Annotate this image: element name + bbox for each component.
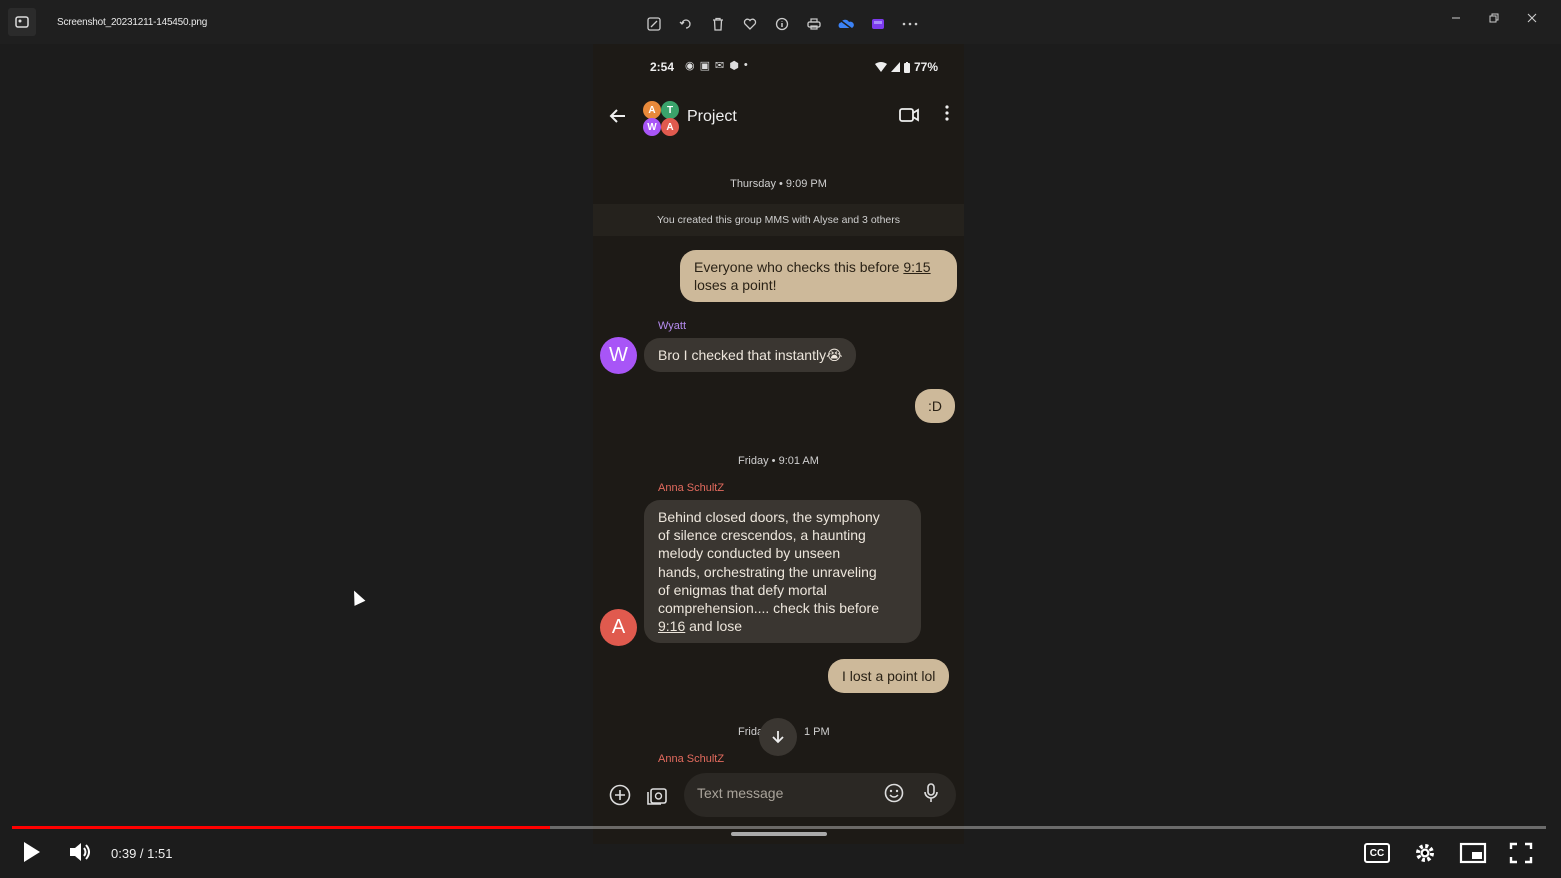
progress-played (12, 826, 551, 829)
timestamp: Thursday • 9:09 PM (730, 178, 827, 190)
message-text: loses a point! (694, 277, 777, 293)
gallery-icon[interactable] (644, 782, 670, 808)
wifi-icon (874, 62, 887, 72)
captions-button[interactable]: CC (1364, 843, 1390, 863)
time-link[interactable]: 9:16 (658, 618, 685, 634)
message-line: and lose (685, 618, 743, 635)
viewer-toolbar (638, 13, 926, 35)
restore-icon[interactable] (1475, 8, 1513, 28)
text-message-input[interactable] (697, 785, 867, 801)
gmail-icon: ✉ (715, 60, 725, 72)
volume-icon[interactable] (68, 841, 92, 863)
mouse-cursor-icon (348, 588, 366, 606)
favorite-icon[interactable] (734, 13, 766, 35)
chat-title[interactable]: Project (687, 108, 737, 126)
message-line: Behind closed doors, the symphony (658, 509, 880, 525)
time-link[interactable]: 9:15 (903, 259, 930, 275)
avatar-letter: A (643, 101, 661, 119)
app-icon: ⬢ (729, 60, 739, 72)
incoming-message[interactable]: Bro I checked that instantly😭 (644, 338, 857, 373)
avatar[interactable]: W (600, 337, 637, 374)
incoming-message[interactable]: Behind closed doors, the symphony of sil… (644, 500, 921, 644)
app-icon: ▣ (699, 60, 711, 72)
sender-name: Anna SchultZ (658, 753, 725, 765)
delete-icon[interactable] (702, 13, 734, 35)
outgoing-message[interactable]: Everyone who checks this before 9:15 los… (680, 250, 957, 302)
outgoing-message[interactable]: :D (915, 389, 955, 423)
mic-icon[interactable] (924, 783, 938, 808)
onedrive-icon[interactable] (830, 13, 862, 35)
message-line: comprehension.... check this before (658, 600, 880, 617)
emoji-icon[interactable] (884, 783, 904, 808)
battery-icon (903, 61, 910, 73)
notification-icons: ◉ ▣ ✉ ⬢ • (685, 59, 748, 72)
signal-icon (890, 62, 900, 72)
chat-app-bar: A T W A Project (593, 99, 964, 139)
rotate-icon[interactable] (670, 13, 702, 35)
close-icon[interactable] (1513, 8, 1551, 28)
photo-viewer-window: Screenshot_20231211-145450.png 2:54 ◉ ▣ … (0, 0, 1561, 878)
message-line: hands, orchestrating the unraveling (658, 563, 877, 580)
photos-app-icon[interactable] (8, 8, 36, 36)
avatar-letter: T (661, 101, 679, 119)
player-controls: 0:39 / 1:51 CC (0, 834, 1561, 874)
avatar-letter: A (661, 118, 679, 136)
message-composer (593, 770, 964, 820)
edit-icon[interactable] (638, 13, 670, 35)
overflow-menu-icon[interactable] (945, 105, 949, 126)
avatar[interactable]: A (600, 609, 637, 646)
title-bar: Screenshot_20231211-145450.png (0, 0, 1561, 44)
dot-icon: • (743, 59, 748, 71)
status-time: 2:54 (650, 60, 675, 74)
clipchamp-icon[interactable] (862, 13, 894, 35)
message-line: melody conducted by unseen (658, 545, 841, 562)
window-filename: Screenshot_20231211-145450.png (57, 17, 208, 28)
timestamp: Friday • 9:01 AM (738, 455, 819, 467)
window-controls (1437, 8, 1551, 28)
video-progress-bar[interactable] (12, 826, 1546, 829)
print-icon[interactable] (798, 13, 830, 35)
message-line: of silence crescendos, a haunting (658, 527, 866, 544)
message-text: Everyone who checks this before (694, 259, 904, 275)
discord-icon: ◉ (685, 60, 695, 72)
sender-name: Wyatt (658, 320, 687, 332)
minimize-icon[interactable] (1437, 8, 1475, 28)
battery-level: 77% (913, 60, 938, 74)
group-avatar[interactable]: A T W A (643, 101, 681, 137)
arrow-down-icon (772, 731, 784, 744)
play-icon[interactable] (20, 840, 42, 864)
timestamp-partial: 1 PM (804, 726, 830, 738)
back-arrow-icon[interactable] (609, 107, 627, 131)
scroll-to-bottom-button[interactable] (759, 718, 797, 756)
system-message: You created this group MMS with Alyse an… (593, 204, 964, 236)
fullscreen-icon[interactable] (1509, 842, 1533, 864)
status-right: 77% (874, 60, 938, 74)
text-message-box[interactable] (684, 773, 956, 817)
message-line: of enigmas that defy mortal (658, 581, 827, 598)
avatar-letter: W (643, 118, 661, 136)
outgoing-message[interactable]: I lost a point lol (828, 659, 950, 693)
settings-gear-icon[interactable] (1413, 841, 1437, 865)
more-icon[interactable] (894, 13, 926, 35)
time-display: 0:39 / 1:51 (111, 846, 173, 861)
video-call-icon[interactable] (899, 107, 919, 128)
info-icon[interactable] (766, 13, 798, 35)
phone-screenshot: 2:54 ◉ ▣ ✉ ⬢ • 77% A T W A Project Thurs… (593, 44, 964, 844)
add-icon[interactable] (607, 782, 633, 808)
sender-name: Anna SchultZ (658, 482, 725, 494)
miniplayer-icon[interactable] (1459, 842, 1487, 864)
